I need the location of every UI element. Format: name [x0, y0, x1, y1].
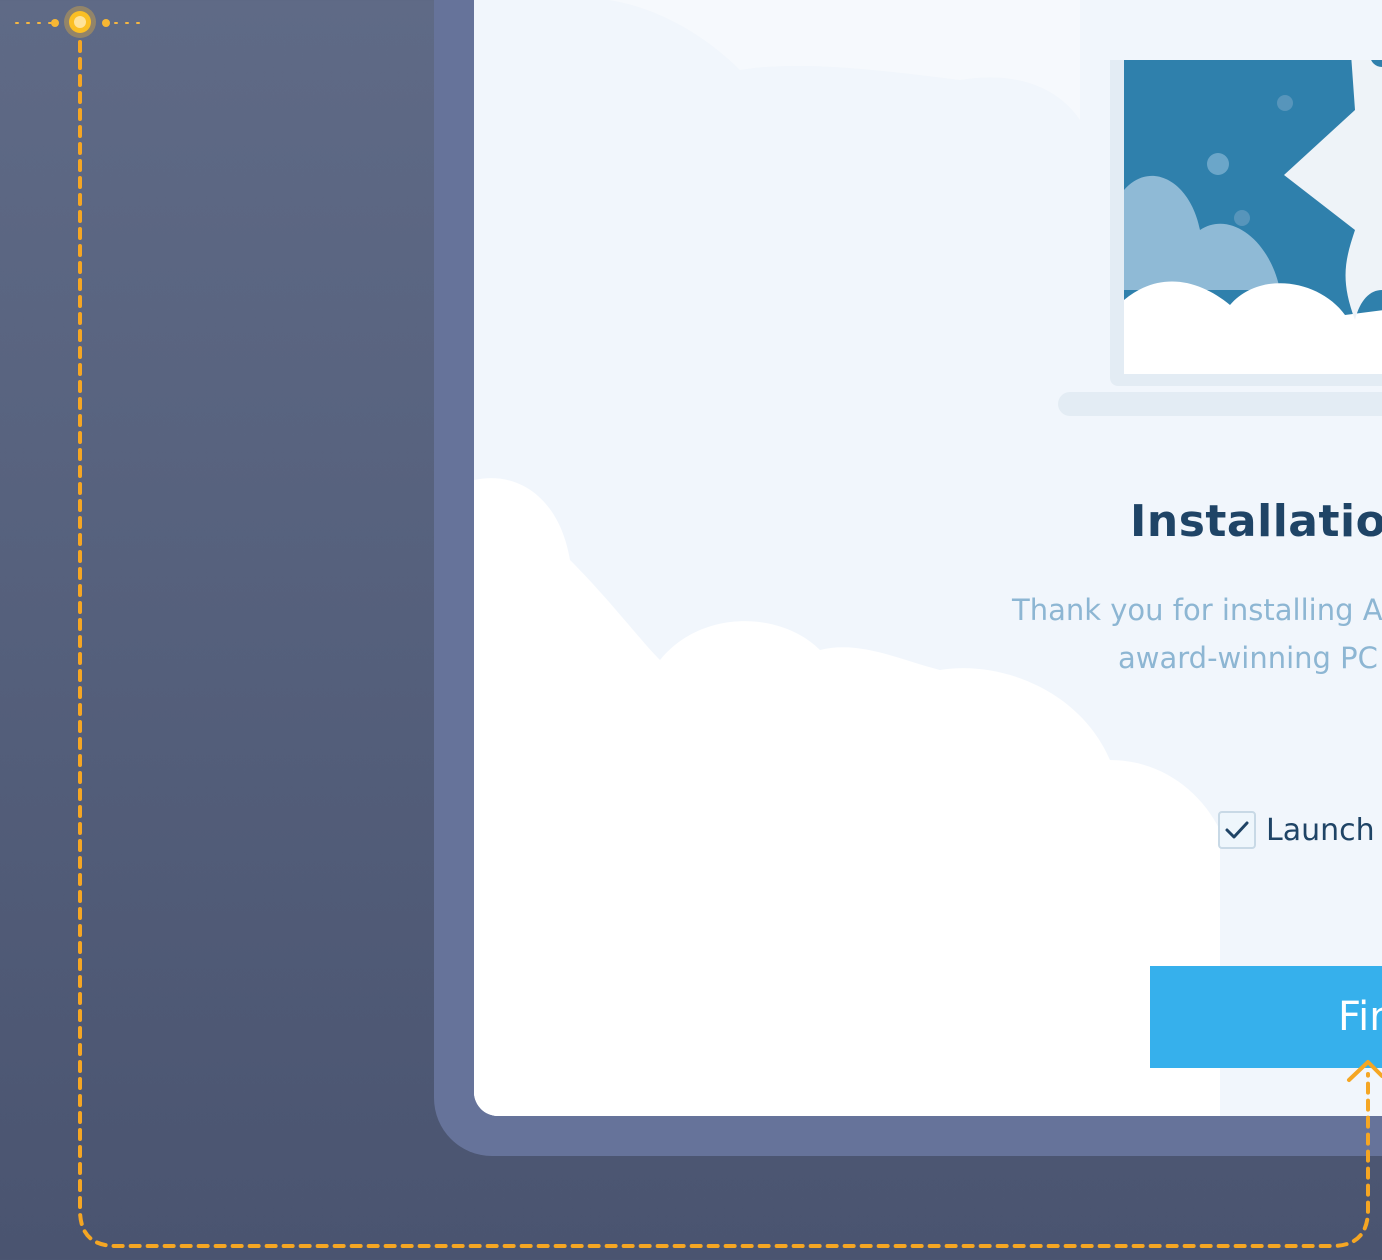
target-marker-icon — [15, 6, 147, 38]
rocket-laptop-illustration — [1058, 60, 1382, 416]
installer-window: Installation Thank you for installing A … — [474, 0, 1382, 1116]
description-line-2: award-winning PC — [1118, 641, 1378, 675]
description-line-1: Thank you for installing A — [1012, 593, 1382, 627]
launch-checkbox[interactable] — [1218, 811, 1256, 849]
finish-button-label: Fin — [1338, 994, 1382, 1040]
finish-button[interactable]: Fin — [1150, 966, 1382, 1068]
launch-checkbox-row[interactable]: Launch — [1218, 808, 1375, 852]
installation-title: Installation — [1130, 496, 1382, 547]
check-icon — [1225, 821, 1249, 839]
launch-label: Launch — [1266, 812, 1375, 848]
